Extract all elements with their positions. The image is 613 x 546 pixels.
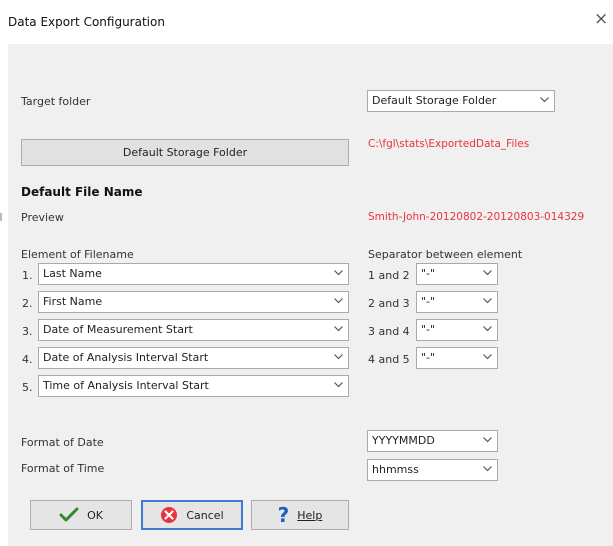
ok-button-label: OK xyxy=(87,508,103,522)
element-number: 2. xyxy=(22,297,33,310)
element-1-dropdown[interactable]: Last Name xyxy=(38,263,349,285)
format-of-time-label: Format of Time xyxy=(21,462,105,475)
element-of-filename-label: Element of Filename xyxy=(21,248,134,261)
format-of-date-value: YYYYMMDD xyxy=(372,434,435,447)
format-of-date-dropdown[interactable]: YYYYMMDD xyxy=(367,430,498,452)
default-file-name-heading: Default File Name xyxy=(21,185,143,199)
help-button[interactable]: ? Help xyxy=(251,500,349,530)
format-of-time-value: hhmmss xyxy=(372,463,419,476)
chevron-down-icon xyxy=(483,326,492,332)
cancel-x-icon xyxy=(161,507,178,523)
chevron-down-icon xyxy=(334,326,343,332)
element-4-value: Date of Analysis Interval Start xyxy=(43,351,209,364)
help-button-label: Help xyxy=(297,508,323,522)
element-number: 4. xyxy=(22,353,33,366)
element-number: 3. xyxy=(22,325,33,338)
separator-4-label: 4 and 5 xyxy=(368,353,410,366)
title-bar: Data Export Configuration × xyxy=(0,0,613,44)
chevron-down-icon xyxy=(483,466,492,472)
cancel-button[interactable]: Cancel xyxy=(141,500,243,530)
separator-2-label: 2 and 3 xyxy=(368,297,410,310)
window-edge-marker xyxy=(0,213,2,221)
element-number: 5. xyxy=(22,381,33,394)
ok-button[interactable]: OK xyxy=(30,500,132,530)
element-3-value: Date of Measurement Start xyxy=(43,323,193,336)
element-number: 1. xyxy=(22,269,33,282)
chevron-down-icon xyxy=(334,382,343,388)
window-title: Data Export Configuration xyxy=(8,15,165,29)
default-storage-folder-button[interactable]: Default Storage Folder xyxy=(21,139,349,166)
separator-4-value: "-" xyxy=(421,351,436,364)
format-of-time-dropdown[interactable]: hhmmss xyxy=(367,459,498,481)
chevron-down-icon xyxy=(483,437,492,443)
target-folder-path: C:\fgl\stats\ExportedData_Files xyxy=(368,138,530,150)
chevron-down-icon xyxy=(540,97,549,103)
element-1-value: Last Name xyxy=(43,267,102,280)
chevron-down-icon xyxy=(483,354,492,360)
separator-2-dropdown[interactable]: "-" xyxy=(416,291,498,313)
preview-label: Preview xyxy=(21,211,64,224)
format-of-date-label: Format of Date xyxy=(21,436,104,449)
question-mark-icon: ? xyxy=(277,503,290,527)
chevron-down-icon xyxy=(483,270,492,276)
target-folder-label: Target folder xyxy=(21,95,91,108)
target-folder-dropdown[interactable]: Default Storage Folder xyxy=(367,90,555,112)
element-2-value: First Name xyxy=(43,295,103,308)
element-4-dropdown[interactable]: Date of Analysis Interval Start xyxy=(38,347,349,369)
chevron-down-icon xyxy=(334,298,343,304)
target-folder-dropdown-value: Default Storage Folder xyxy=(372,94,497,107)
separator-3-value: "-" xyxy=(421,323,436,336)
separator-1-label: 1 and 2 xyxy=(368,269,410,282)
close-icon[interactable]: × xyxy=(594,11,608,28)
separator-4-dropdown[interactable]: "-" xyxy=(416,347,498,369)
chevron-down-icon xyxy=(483,298,492,304)
cancel-button-label: Cancel xyxy=(186,508,224,522)
separator-1-dropdown[interactable]: "-" xyxy=(416,263,498,285)
element-2-dropdown[interactable]: First Name xyxy=(38,291,349,313)
separator-label: Separator between element xyxy=(368,248,523,261)
element-5-value: Time of Analysis Interval Start xyxy=(43,379,209,392)
checkmark-icon xyxy=(59,507,79,522)
separator-3-label: 3 and 4 xyxy=(368,325,410,338)
element-3-dropdown[interactable]: Date of Measurement Start xyxy=(38,319,349,341)
preview-value: Smith-John-20120802-20120803-014329 xyxy=(368,211,585,223)
chevron-down-icon xyxy=(334,270,343,276)
separator-3-dropdown[interactable]: "-" xyxy=(416,319,498,341)
separator-1-value: "-" xyxy=(421,267,436,280)
element-5-dropdown[interactable]: Time of Analysis Interval Start xyxy=(38,375,349,397)
separator-2-value: "-" xyxy=(421,295,436,308)
chevron-down-icon xyxy=(334,354,343,360)
